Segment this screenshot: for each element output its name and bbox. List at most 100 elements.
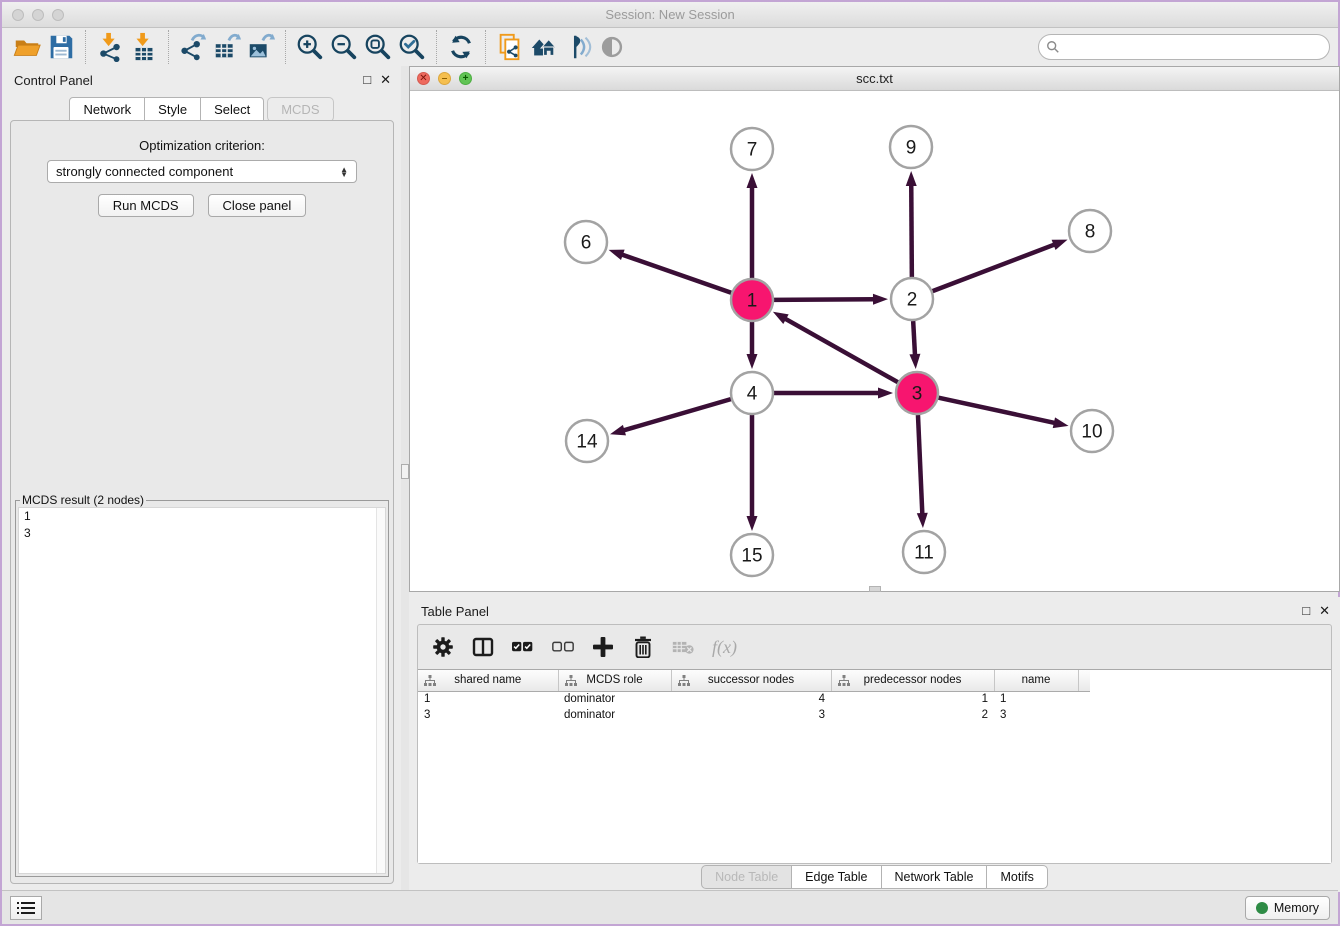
control-panel: Control Panel □ ✕ Network Style Select M… <box>2 66 401 892</box>
graph-node-label: 11 <box>914 543 934 564</box>
show-task-history-button[interactable] <box>10 896 42 920</box>
toolbar-separator <box>436 30 437 64</box>
graph-node-label: 9 <box>906 138 917 159</box>
export-table-icon <box>212 32 242 62</box>
mcds-result-list[interactable]: 1 3 <box>18 507 386 874</box>
network-graph[interactable]: 7968124314101511 <box>410 91 1339 591</box>
close-table-panel-icon[interactable]: ✕ <box>1319 604 1330 617</box>
edge-arrowhead <box>610 425 626 436</box>
cell-successor-nodes[interactable]: 3 <box>671 707 831 723</box>
edge-arrowhead <box>906 171 917 186</box>
col-header-shared-name[interactable]: shared name <box>418 670 558 691</box>
import-network-button[interactable] <box>93 31 127 63</box>
houses-icon <box>529 32 559 62</box>
network-canvas[interactable]: 7968124314101511 <box>410 91 1339 591</box>
panel-divider[interactable] <box>401 66 409 892</box>
toggle-bird-view-button[interactable] <box>595 31 629 63</box>
cell-name[interactable]: 3 <box>994 707 1078 723</box>
delete-column-trash-icon[interactable] <box>632 636 654 658</box>
tab-motifs[interactable]: Motifs <box>986 865 1047 889</box>
import-table-button[interactable] <box>127 31 161 63</box>
edge-2-3[interactable] <box>913 321 915 356</box>
graph-node-label: 6 <box>581 233 592 254</box>
optimization-criterion-label: Optimization criterion: <box>11 138 393 153</box>
col-header-successor-nodes[interactable]: successor nodes <box>671 670 831 691</box>
cell-predecessor-nodes[interactable]: 1 <box>831 691 994 707</box>
col-header-name[interactable]: name <box>994 670 1078 691</box>
hierarchy-icon <box>678 675 690 686</box>
tab-style[interactable]: Style <box>144 97 201 122</box>
select-all-columns-icon[interactable] <box>512 636 534 658</box>
edge-2-8[interactable] <box>933 244 1056 291</box>
show-graphics-details-button[interactable] <box>561 31 595 63</box>
save-session-button[interactable] <box>44 31 78 63</box>
zoom-in-button[interactable] <box>293 31 327 63</box>
zoom-in-icon <box>295 32 325 62</box>
edge-arrowhead <box>873 294 888 305</box>
network-resize-grip[interactable] <box>869 586 881 592</box>
graph-node-label: 4 <box>747 384 758 405</box>
float-panel-icon[interactable]: □ <box>363 73 371 86</box>
edge-2-9[interactable] <box>911 184 912 277</box>
col-header-predecessor-nodes[interactable]: predecessor nodes <box>831 670 994 691</box>
export-network-icon <box>178 32 208 62</box>
edge-4-14[interactable] <box>623 399 731 431</box>
criterion-value: strongly connected component <box>56 164 233 179</box>
edge-1-6[interactable] <box>621 254 731 293</box>
edge-arrowhead <box>747 354 758 369</box>
tab-network-table[interactable]: Network Table <box>881 865 988 889</box>
node-table-header-row: shared name MCDS role <box>418 670 1090 691</box>
edge-1-2[interactable] <box>774 299 875 300</box>
unselect-all-columns-icon[interactable] <box>552 636 574 658</box>
open-session-button[interactable] <box>10 31 44 63</box>
col-header-filler <box>1078 670 1090 691</box>
create-column-plus-icon[interactable] <box>592 636 614 658</box>
apply-layout-button[interactable] <box>444 31 478 63</box>
clone-network-button[interactable] <box>493 31 527 63</box>
home-views-button[interactable] <box>527 31 561 63</box>
edge-3-11[interactable] <box>918 415 922 515</box>
cell-mcds-role[interactable]: dominator <box>558 691 671 707</box>
cell-shared-name[interactable]: 1 <box>418 691 558 707</box>
close-panel-icon[interactable]: ✕ <box>380 73 391 86</box>
zoom-selected-button[interactable] <box>395 31 429 63</box>
network-window-titlebar[interactable]: ✕ – + scc.txt <box>410 67 1339 91</box>
export-image-icon <box>246 32 276 62</box>
result-scrollbar[interactable] <box>376 508 385 873</box>
cell-mcds-role[interactable]: dominator <box>558 707 671 723</box>
graphics-details-icon <box>563 32 593 62</box>
float-table-panel-icon[interactable]: □ <box>1302 604 1310 617</box>
tab-mcds[interactable]: MCDS <box>267 97 333 122</box>
criterion-select[interactable]: strongly connected component ▲▼ <box>47 160 357 183</box>
cell-successor-nodes[interactable]: 4 <box>671 691 831 707</box>
table-row: 3 dominator 3 2 3 <box>418 707 1090 723</box>
tab-edge-table[interactable]: Edge Table <box>791 865 881 889</box>
edge-arrowhead <box>773 312 789 324</box>
zoom-out-button[interactable] <box>327 31 361 63</box>
cell-name[interactable]: 1 <box>994 691 1078 707</box>
run-mcds-button[interactable]: Run MCDS <box>98 194 194 217</box>
toolbar-separator <box>485 30 486 64</box>
tab-network[interactable]: Network <box>69 97 145 122</box>
zoom-fit-button[interactable] <box>361 31 395 63</box>
tab-select[interactable]: Select <box>200 97 264 122</box>
clone-network-icon <box>495 32 525 62</box>
table-settings-gear-icon[interactable] <box>432 636 454 658</box>
tab-node-table[interactable]: Node Table <box>701 865 792 889</box>
export-network-button[interactable] <box>176 31 210 63</box>
edge-3-10[interactable] <box>938 398 1055 423</box>
memory-button[interactable]: Memory <box>1245 896 1330 920</box>
col-header-mcds-role[interactable]: MCDS role <box>558 670 671 691</box>
export-table-button[interactable] <box>210 31 244 63</box>
divider-grip[interactable] <box>401 464 409 479</box>
application-window: Session: New Session <box>0 0 1340 926</box>
cell-predecessor-nodes[interactable]: 2 <box>831 707 994 723</box>
export-image-button[interactable] <box>244 31 278 63</box>
close-panel-button[interactable]: Close panel <box>208 194 307 217</box>
edge-3-1[interactable] <box>784 318 898 382</box>
import-table-icon <box>129 32 159 62</box>
cell-shared-name[interactable]: 3 <box>418 707 558 723</box>
node-table-scroll-area[interactable]: shared name MCDS role <box>418 669 1331 863</box>
search-input[interactable] <box>1038 34 1330 60</box>
show-column-selector-icon[interactable] <box>472 636 494 658</box>
